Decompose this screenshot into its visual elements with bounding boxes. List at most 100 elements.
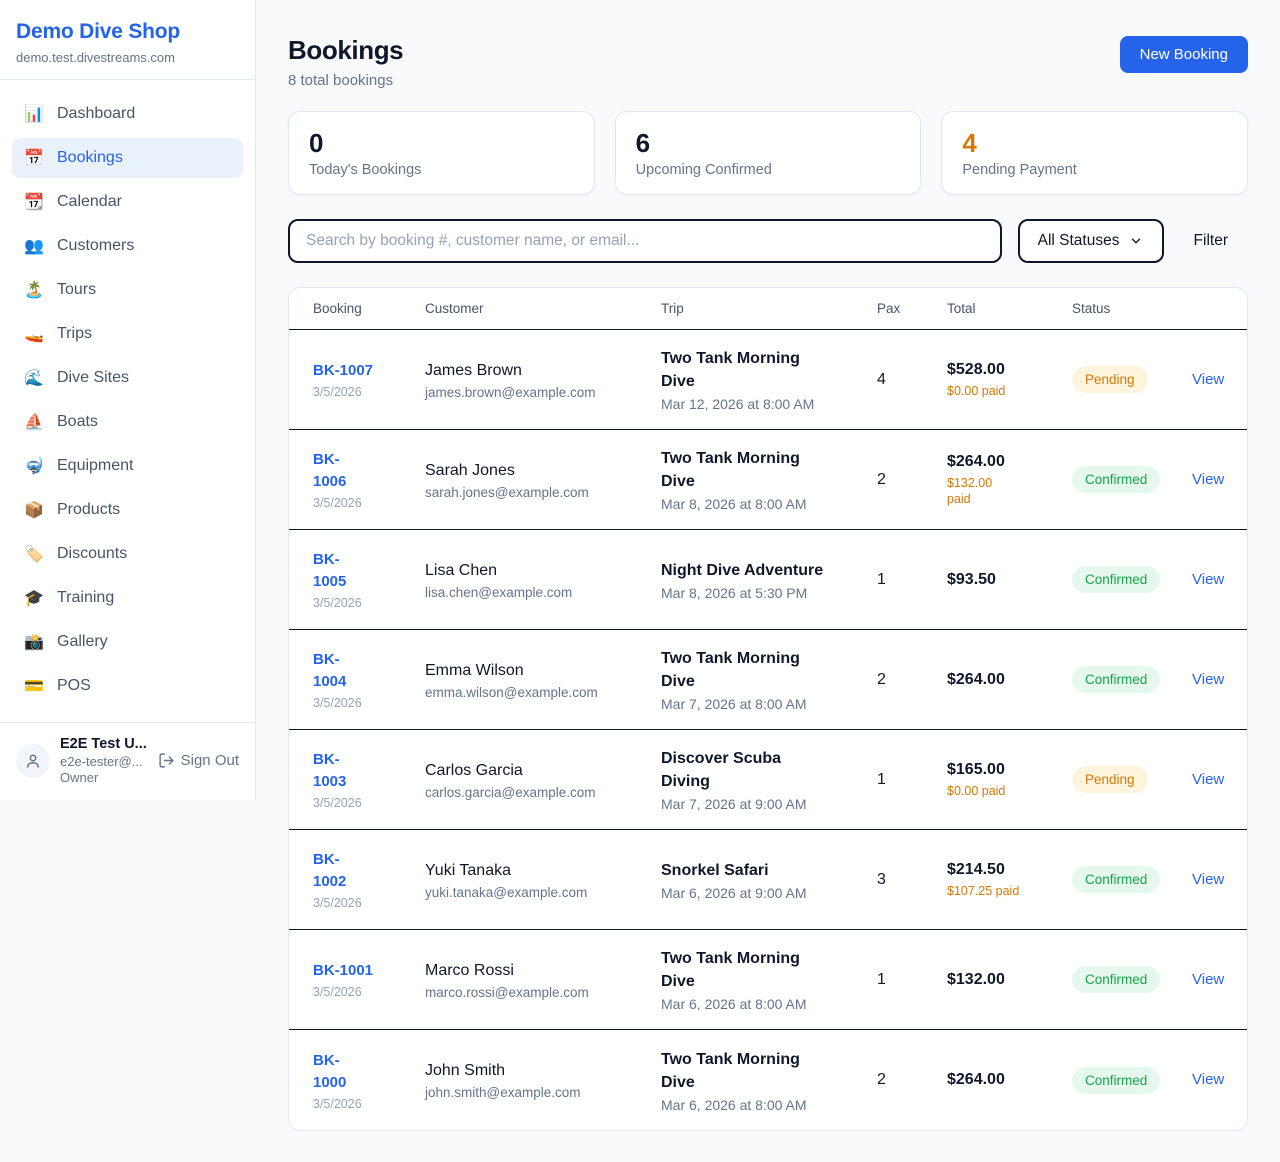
total-cell: $264.00 $132.00 paid bbox=[947, 453, 1072, 507]
shop-name[interactable]: Demo Dive Shop bbox=[16, 20, 239, 44]
stat-label: Pending Payment bbox=[962, 162, 1227, 178]
status-badge: Confirmed bbox=[1072, 866, 1160, 893]
view-link[interactable]: View bbox=[1192, 971, 1224, 988]
sidebar-item-training[interactable]: 🎓 Training bbox=[12, 578, 243, 618]
trip-datetime: Mar 12, 2026 at 8:00 AM bbox=[661, 396, 877, 412]
status-filter-value: All Statuses bbox=[1038, 232, 1120, 250]
sidebar-item-dive-sites[interactable]: 🌊 Dive Sites bbox=[12, 358, 243, 398]
total-cell: $264.00 bbox=[947, 1071, 1072, 1089]
tours-icon: 🏝️ bbox=[24, 280, 44, 300]
booking-link[interactable]: BK- 1006 bbox=[313, 449, 425, 493]
column-header: Booking bbox=[313, 301, 425, 316]
booking-date: 3/5/2026 bbox=[313, 985, 425, 999]
trip-name: Discover Scuba Diving bbox=[661, 747, 877, 793]
view-link[interactable]: View bbox=[1192, 771, 1224, 788]
status-badge: Confirmed bbox=[1072, 1067, 1160, 1094]
customer-name: James Brown bbox=[425, 360, 661, 381]
customer-cell: James Brown james.brown@example.com bbox=[425, 360, 661, 400]
booking-link[interactable]: BK- 1004 bbox=[313, 649, 425, 693]
sidebar-item-dashboard[interactable]: 📊 Dashboard bbox=[12, 94, 243, 134]
stat-value: 6 bbox=[636, 128, 901, 158]
customer-email: carlos.garcia@example.com bbox=[425, 785, 661, 800]
table-body: BK-1007 3/5/2026 James Brown james.brown… bbox=[289, 330, 1247, 1130]
view-link[interactable]: View bbox=[1192, 671, 1224, 688]
status-cell: Pending bbox=[1072, 766, 1192, 793]
trip-datetime: Mar 8, 2026 at 5:30 PM bbox=[661, 585, 877, 601]
status-cell: Confirmed bbox=[1072, 966, 1192, 993]
customer-name: Yuki Tanaka bbox=[425, 860, 661, 881]
booking-link[interactable]: BK- 1003 bbox=[313, 749, 425, 793]
view-link[interactable]: View bbox=[1192, 471, 1224, 488]
booking-cell: BK- 1000 3/5/2026 bbox=[313, 1050, 425, 1111]
sidebar-item-calendar[interactable]: 📆 Calendar bbox=[12, 182, 243, 222]
total-cell: $264.00 bbox=[947, 671, 1072, 689]
user-role: Owner bbox=[60, 770, 148, 786]
sidebar-nav: 📊 Dashboard 📅 Bookings 📆 Calendar 👥 Cust… bbox=[0, 80, 255, 716]
status-badge: Confirmed bbox=[1072, 666, 1160, 693]
trip-name: Snorkel Safari bbox=[661, 859, 877, 882]
sidebar-item-discounts[interactable]: 🏷️ Discounts bbox=[12, 534, 243, 574]
sidebar-item-pos[interactable]: 💳 POS bbox=[12, 666, 243, 706]
trip-cell: Night Dive Adventure Mar 8, 2026 at 5:30… bbox=[661, 559, 877, 601]
total-cell: $132.00 bbox=[947, 971, 1072, 989]
view-link[interactable]: View bbox=[1192, 371, 1224, 388]
booking-link[interactable]: BK- 1005 bbox=[313, 549, 425, 593]
booking-link[interactable]: BK- 1002 bbox=[313, 849, 425, 893]
booking-link[interactable]: BK-1007 bbox=[313, 360, 425, 382]
stat-label: Today's Bookings bbox=[309, 162, 574, 178]
trip-name: Two Tank Morning Dive bbox=[661, 447, 877, 493]
sidebar-item-products[interactable]: 📦 Products bbox=[12, 490, 243, 530]
sidebar-item-customers[interactable]: 👥 Customers bbox=[12, 226, 243, 266]
logout-icon bbox=[158, 752, 175, 769]
table-row: BK-1001 3/5/2026 Marco Rossi marco.rossi… bbox=[289, 930, 1247, 1030]
booking-link[interactable]: BK- 1000 bbox=[313, 1050, 425, 1094]
column-header: Status bbox=[1072, 301, 1192, 316]
booking-link[interactable]: BK-1001 bbox=[313, 960, 425, 982]
customer-email: lisa.chen@example.com bbox=[425, 585, 661, 600]
stat-label: Upcoming Confirmed bbox=[636, 162, 901, 178]
view-link[interactable]: View bbox=[1192, 871, 1224, 888]
search-input[interactable] bbox=[288, 219, 1002, 263]
user-block: E2E Test U... e2e-tester@... Owner Sign … bbox=[0, 722, 255, 800]
column-header: Trip bbox=[661, 301, 877, 316]
trip-datetime: Mar 6, 2026 at 8:00 AM bbox=[661, 1097, 877, 1113]
filter-button[interactable]: Filter bbox=[1180, 232, 1242, 250]
customer-email: sarah.jones@example.com bbox=[425, 485, 661, 500]
total-cell: $93.50 bbox=[947, 571, 1072, 589]
sidebar-item-bookings[interactable]: 📅 Bookings bbox=[12, 138, 243, 178]
customer-email: james.brown@example.com bbox=[425, 385, 661, 400]
stat-value: 0 bbox=[309, 128, 574, 158]
customer-email: marco.rossi@example.com bbox=[425, 985, 661, 1000]
customer-email: john.smith@example.com bbox=[425, 1085, 661, 1100]
sidebar-item-label: Gallery bbox=[57, 633, 108, 651]
booking-date: 3/5/2026 bbox=[313, 696, 425, 710]
customer-cell: Carlos Garcia carlos.garcia@example.com bbox=[425, 760, 661, 800]
pax-count: 2 bbox=[877, 671, 947, 689]
table-row: BK- 1000 3/5/2026 John Smith john.smith@… bbox=[289, 1030, 1247, 1130]
new-booking-button[interactable]: New Booking bbox=[1120, 36, 1248, 73]
sidebar-item-label: Equipment bbox=[57, 457, 134, 475]
view-link[interactable]: View bbox=[1192, 571, 1224, 588]
sign-out-button[interactable]: Sign Out bbox=[158, 752, 239, 769]
trip-cell: Two Tank Morning Dive Mar 6, 2026 at 8:0… bbox=[661, 1048, 877, 1113]
status-filter-select[interactable]: All Statuses bbox=[1018, 219, 1164, 263]
status-badge: Pending bbox=[1072, 366, 1148, 393]
total-amount: $264.00 bbox=[947, 1071, 1072, 1089]
view-link[interactable]: View bbox=[1192, 1071, 1224, 1088]
sidebar-item-label: Discounts bbox=[57, 545, 127, 563]
sidebar-item-gallery[interactable]: 📸 Gallery bbox=[12, 622, 243, 662]
trip-name: Two Tank Morning Dive bbox=[661, 647, 877, 693]
trips-icon: 🚤 bbox=[24, 324, 44, 344]
sidebar-item-trips[interactable]: 🚤 Trips bbox=[12, 314, 243, 354]
customer-email: yuki.tanaka@example.com bbox=[425, 885, 661, 900]
sidebar-item-equipment[interactable]: 🤿 Equipment bbox=[12, 446, 243, 486]
sidebar-item-tours[interactable]: 🏝️ Tours bbox=[12, 270, 243, 310]
customer-name: Carlos Garcia bbox=[425, 760, 661, 781]
sidebar-item-boats[interactable]: ⛵ Boats bbox=[12, 402, 243, 442]
customer-cell: Yuki Tanaka yuki.tanaka@example.com bbox=[425, 860, 661, 900]
paid-amount: $0.00 paid bbox=[947, 783, 1072, 799]
sidebar-item-label: Products bbox=[57, 501, 120, 519]
trip-cell: Two Tank Morning Dive Mar 7, 2026 at 8:0… bbox=[661, 647, 877, 712]
user-meta: E2E Test U... e2e-tester@... Owner bbox=[60, 735, 148, 786]
total-cell: $165.00 $0.00 paid bbox=[947, 761, 1072, 799]
